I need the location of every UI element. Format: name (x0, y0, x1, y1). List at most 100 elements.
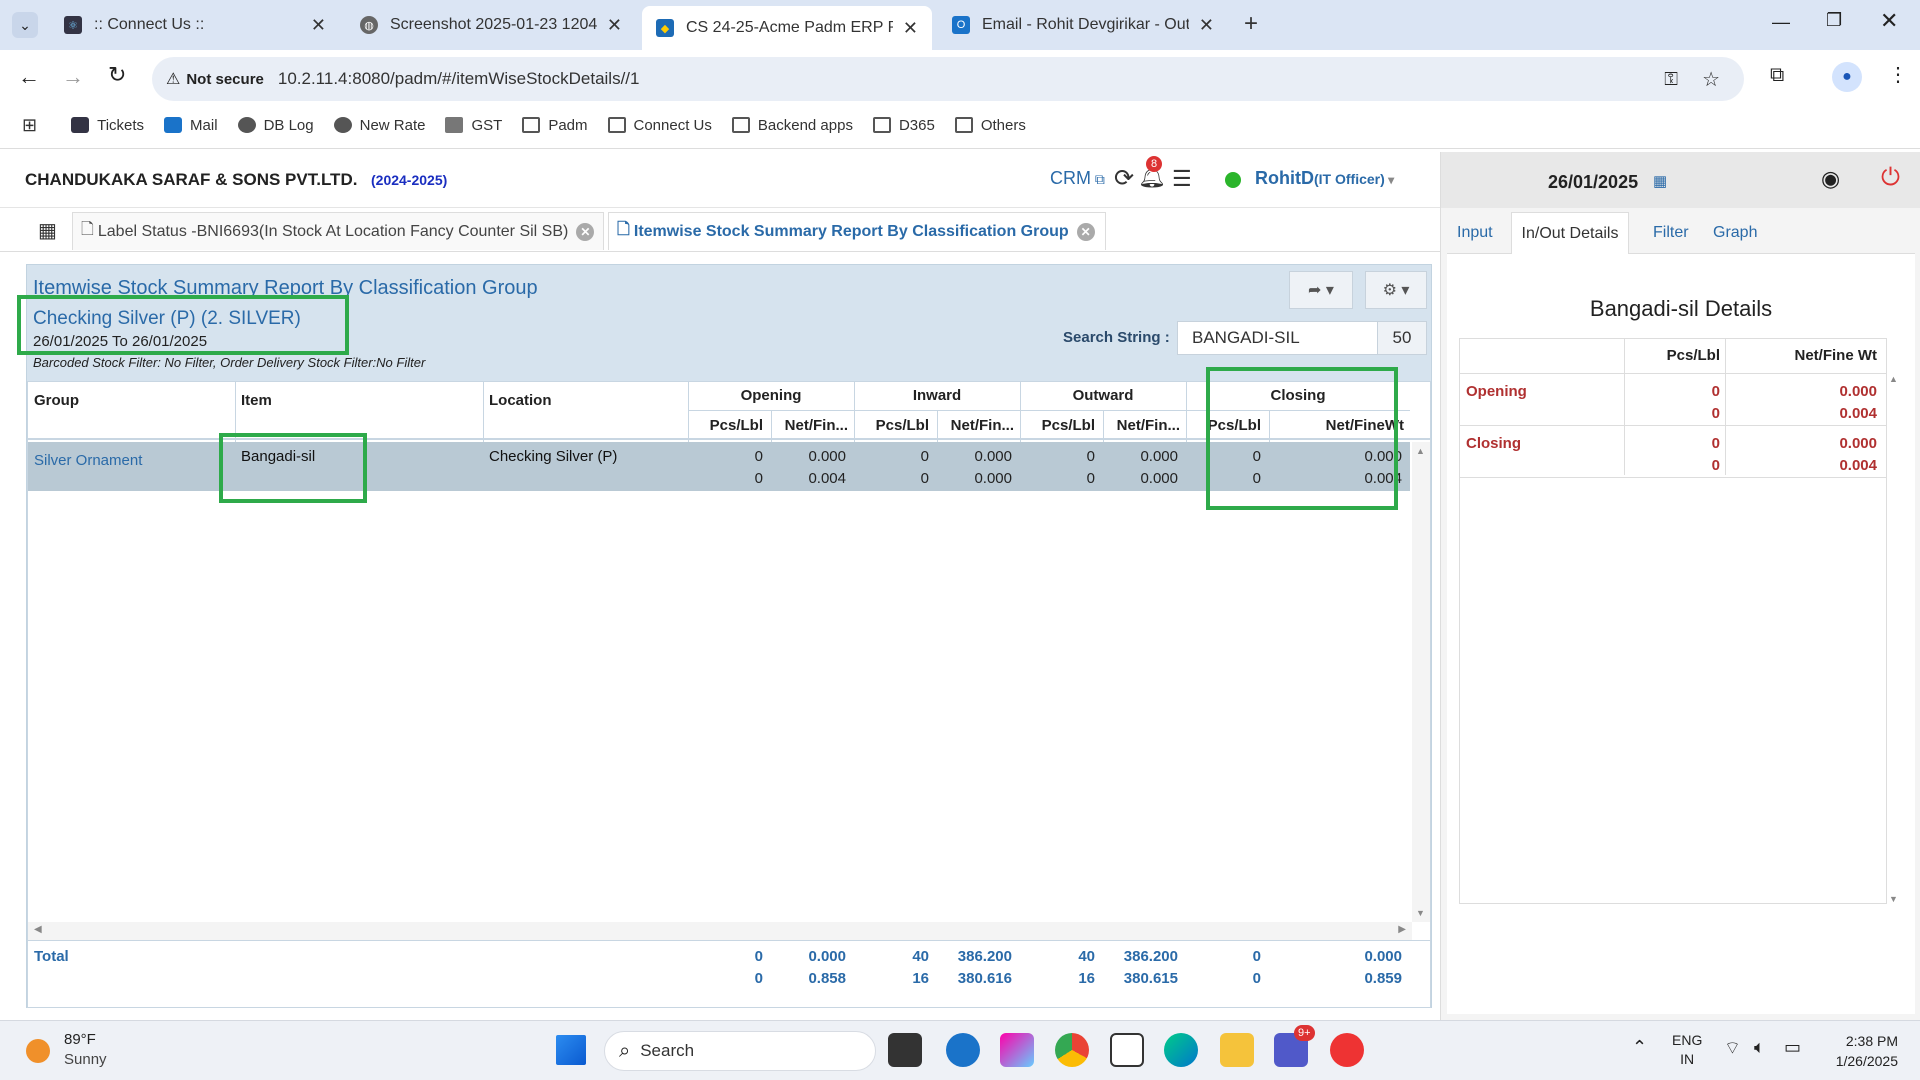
apps-grid-icon[interactable]: ⊞ (22, 115, 37, 136)
close-tab-icon[interactable]: ✕ (607, 15, 622, 36)
restore-icon[interactable]: ❐ (1826, 10, 1842, 31)
wps-icon[interactable] (1330, 1033, 1364, 1067)
taskbar-search[interactable]: ⌕ Search (604, 1031, 876, 1071)
new-tab-button[interactable]: + (1244, 10, 1258, 38)
column-header-item[interactable]: Item (241, 392, 272, 409)
row-divider (1460, 425, 1886, 426)
total-pcs: 0 (754, 970, 763, 987)
vnc-icon[interactable] (1110, 1033, 1144, 1067)
key-icon[interactable]: ⚿ (1664, 69, 1678, 90)
column-header-pcs[interactable]: Pcs/Lbl (688, 417, 763, 434)
power-icon[interactable]: ⏻ (1881, 164, 1900, 192)
column-header-net[interactable]: Net/Fin... (771, 417, 848, 434)
financial-year: (2024-2025) (371, 172, 448, 188)
star-icon[interactable]: ☆ (1702, 67, 1720, 92)
tab-itemwise-stock[interactable]: 🗋︎ Itemwise Stock Summary Report By Clas… (608, 212, 1106, 250)
grid-menu-icon[interactable]: ▦ (38, 218, 57, 243)
scroll-down-icon[interactable]: ▼ (1416, 908, 1425, 918)
volume-icon[interactable]: 🔈︎ (1754, 1037, 1765, 1058)
notification-badge: 8 (1146, 156, 1162, 172)
address-bar[interactable]: ⚠ Not secure 10.2.11.4:8080/padm/#/itemW… (152, 57, 1744, 101)
column-header-pcs[interactable]: Pcs/Lbl (1020, 417, 1095, 434)
bookmark-backend-apps[interactable]: Backend apps (731, 117, 853, 134)
details-scrollbar[interactable]: ▲ ▼ (1887, 374, 1901, 904)
menu-kebab-icon[interactable]: ⋮ (1888, 62, 1908, 87)
cell-group[interactable]: Silver Ornament (34, 452, 142, 469)
column-header-net[interactable]: Net/Fin... (1103, 417, 1180, 434)
battery-icon[interactable]: ▭ (1784, 1037, 1801, 1058)
scroll-right-icon[interactable]: ▶ (1398, 924, 1406, 935)
close-tab-icon[interactable]: ✕ (311, 15, 326, 36)
vertical-scrollbar[interactable]: ▲ ▼ (1412, 442, 1430, 922)
bookmark-mail[interactable]: Mail (164, 117, 218, 134)
user-menu[interactable]: RohitD(IT Officer) ▾ (1255, 168, 1394, 189)
close-tab-icon[interactable]: ✕ (576, 222, 595, 241)
close-tab-icon[interactable]: ✕ (903, 18, 918, 39)
close-tab-icon[interactable]: ✕ (1199, 15, 1214, 36)
weather-sun-icon[interactable] (26, 1039, 50, 1063)
profile-avatar[interactable]: ● (1832, 62, 1862, 92)
security-label[interactable]: Not secure (186, 71, 264, 88)
menu-lines-icon[interactable]: ☰ (1172, 166, 1192, 192)
bookmark-connect-us[interactable]: Connect Us (607, 117, 712, 134)
share-button[interactable]: ➦ ▾ (1289, 271, 1353, 309)
column-header-location[interactable]: Location (489, 392, 552, 409)
windows-start-icon[interactable] (556, 1035, 586, 1065)
browser-tab-connect-us[interactable]: ⚛ :: Connect Us :: ✕ (50, 6, 340, 44)
back-icon[interactable]: ← (18, 64, 40, 90)
tab-graph[interactable]: Graph (1713, 224, 1757, 242)
tab-label-status[interactable]: 🗋︎ Label Status -BNI6693(In Stock At Loc… (72, 212, 604, 250)
phone-app-icon[interactable] (946, 1033, 980, 1067)
scroll-up-icon[interactable]: ▲ (1889, 374, 1898, 384)
minimize-icon[interactable]: — (1772, 12, 1790, 33)
chevron-up-icon[interactable]: ⌃ (1632, 1037, 1647, 1058)
language-indicator[interactable]: ENG IN (1672, 1031, 1702, 1069)
scroll-left-icon[interactable]: ◀ (34, 924, 42, 935)
sync-icon[interactable]: ⟳ (1114, 164, 1134, 193)
extensions-icon[interactable]: ⧉ (1770, 64, 1784, 87)
edge-icon[interactable] (1164, 1033, 1198, 1067)
tab-list-chevron-icon[interactable]: ⌄ (12, 12, 38, 38)
file-explorer-icon[interactable] (1220, 1033, 1254, 1067)
details-col-pcs: Pcs/Lbl (1666, 347, 1720, 364)
browser-tab-outlook[interactable]: O Email - Rohit Devgirikar - Outlo ✕ (938, 6, 1228, 44)
forward-icon[interactable]: → (62, 64, 84, 90)
calendar-icon[interactable]: ▦ (1653, 172, 1667, 190)
close-tab-icon[interactable]: ✕ (1076, 222, 1095, 241)
horizontal-scrollbar[interactable]: ◀ ▶ (28, 922, 1412, 940)
tab-filter[interactable]: Filter (1653, 224, 1689, 242)
scroll-down-icon[interactable]: ▼ (1889, 894, 1898, 904)
bookmark-gst[interactable]: GST (445, 117, 502, 134)
eye-slash-icon[interactable]: ◉ (1821, 166, 1840, 192)
crm-link[interactable]: CRM ⧉ (1050, 168, 1105, 189)
column-header-net[interactable]: Net/Fin... (937, 417, 1014, 434)
url-text[interactable]: 10.2.11.4:8080/padm/#/itemWiseStockDetai… (278, 69, 640, 89)
bookmark-tickets[interactable]: Tickets (71, 117, 144, 134)
details-tabs: Input In/Out Details Filter Graph (1447, 212, 1915, 255)
settings-button[interactable]: ⚙ ▾ (1365, 271, 1427, 309)
page-size-field[interactable]: 50 (1377, 321, 1427, 355)
browser-tab-padm-erp[interactable]: ◆ CS 24-25-Acme Padm ERP Platf ✕ (642, 6, 932, 50)
column-header-pcs[interactable]: Pcs/Lbl (854, 417, 929, 434)
reload-icon[interactable]: ↻ (108, 62, 126, 88)
bookmark-d365[interactable]: D365 (872, 117, 935, 134)
clock[interactable]: 2:38 PM 1/26/2025 (1828, 1031, 1898, 1071)
bookmark-new-rate[interactable]: New Rate (333, 117, 425, 134)
scroll-up-icon[interactable]: ▲ (1416, 446, 1425, 456)
globe-icon (237, 117, 256, 133)
bookmark-db-log[interactable]: DB Log (237, 117, 314, 134)
cell-pcs: 0 (1086, 470, 1095, 487)
tab-input[interactable]: Input (1457, 224, 1493, 242)
wifi-icon[interactable]: ⌔ (1724, 1037, 1741, 1060)
details-panel-header: 26/01/2025 ▦ ◉ ⏻ (1441, 152, 1920, 208)
tab-in-out-details[interactable]: In/Out Details (1511, 212, 1629, 255)
copilot-icon[interactable] (1000, 1033, 1034, 1067)
bookmark-padm[interactable]: Padm (522, 117, 588, 134)
browser-tab-screenshot[interactable]: ◍ Screenshot 2025-01-23 120405 ✕ (346, 6, 636, 44)
bookmark-others[interactable]: Others (954, 117, 1026, 134)
task-view-icon[interactable] (888, 1033, 922, 1067)
window-close-icon[interactable]: ✕ (1880, 8, 1898, 34)
chrome-icon[interactable] (1055, 1033, 1089, 1067)
column-header-group[interactable]: Group (34, 392, 79, 409)
search-input[interactable] (1177, 321, 1403, 355)
